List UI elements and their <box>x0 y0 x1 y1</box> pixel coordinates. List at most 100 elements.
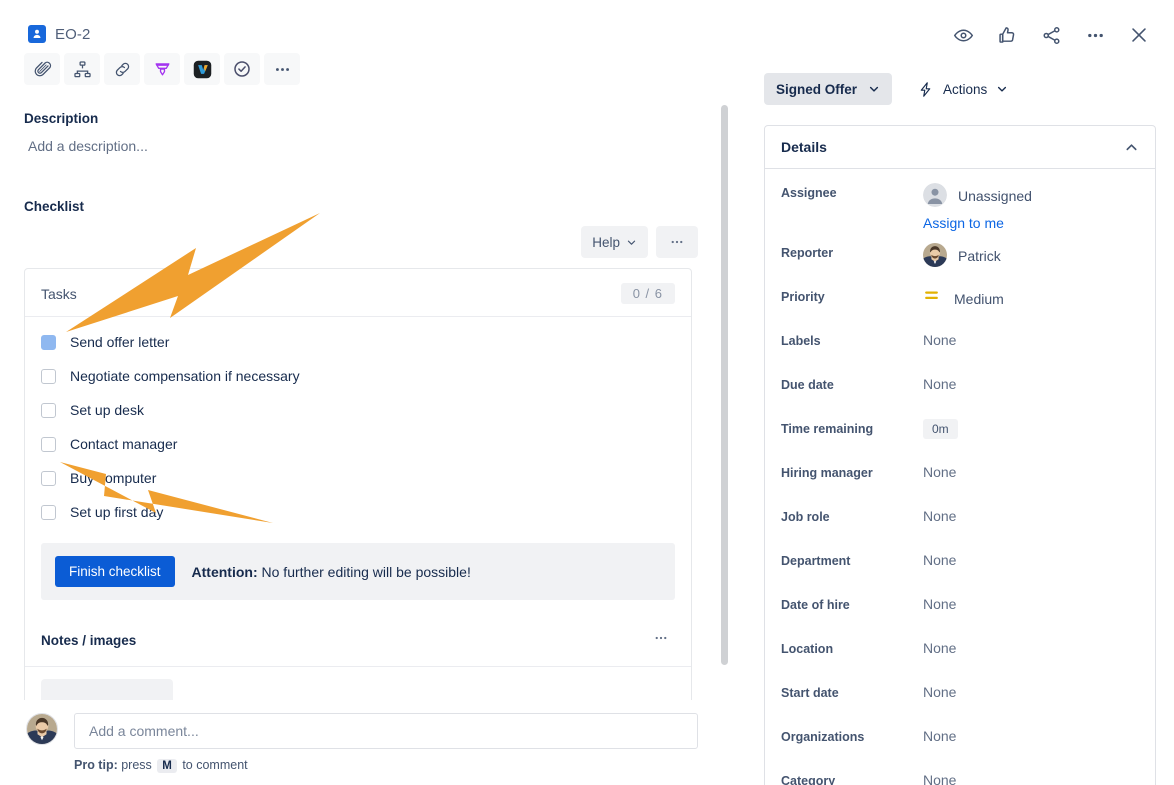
field-label: Assignee <box>781 183 923 200</box>
field-label: Job role <box>781 507 923 524</box>
field-time-remaining: Time remaining 0m <box>781 419 1139 463</box>
description-section: Description Add a description... <box>24 111 698 156</box>
comment-input[interactable] <box>74 713 698 749</box>
link-icon[interactable] <box>104 53 140 85</box>
chevron-down-icon <box>868 83 880 95</box>
field-label: Reporter <box>781 243 923 260</box>
actions-label: Actions <box>943 82 987 97</box>
attach-icon[interactable] <box>24 53 60 85</box>
chevron-down-icon <box>626 237 637 248</box>
task-row[interactable]: Set up desk <box>25 393 691 427</box>
checklist-toolbar: Help <box>24 226 698 258</box>
field-value[interactable]: None <box>923 595 956 612</box>
more-icon[interactable] <box>264 53 300 85</box>
field-start-date: Start date None <box>781 683 1139 727</box>
task-row[interactable]: Send offer letter <box>25 325 691 359</box>
finish-checklist-button[interactable]: Finish checklist <box>55 556 175 587</box>
field-label: Category <box>781 771 923 785</box>
field-value[interactable]: None <box>923 639 956 656</box>
tasks-progress-count: 0 / 6 <box>621 283 675 304</box>
task-checkbox[interactable] <box>41 471 56 486</box>
field-value[interactable]: None <box>923 771 956 785</box>
field-assignee: Assignee Unassigned <box>781 183 1139 231</box>
lightning-icon <box>917 81 934 98</box>
vertex-icon[interactable] <box>184 53 220 85</box>
current-user-avatar[interactable] <box>26 713 58 745</box>
checklist-card: Tasks 0 / 6 Send offer letter Negotiate … <box>24 268 692 700</box>
attention-label: Attention: <box>192 564 258 580</box>
checklist-more-button[interactable] <box>656 226 698 258</box>
task-label: Set up first day <box>70 504 163 520</box>
description-title: Description <box>24 111 698 126</box>
task-row[interactable]: Buy computer <box>25 461 691 495</box>
field-value[interactable]: None <box>923 727 956 744</box>
task-row[interactable]: Contact manager <box>25 427 691 461</box>
task-checkbox[interactable] <box>41 505 56 520</box>
field-labels: Labels None <box>781 331 1139 375</box>
task-label: Negotiate compensation if necessary <box>70 368 300 384</box>
field-value[interactable]: None <box>923 683 956 700</box>
issue-detail-page: EO-2 <box>0 0 1174 785</box>
task-row[interactable]: Negotiate compensation if necessary <box>25 359 691 393</box>
pro-tip: Pro tip: press M to comment <box>74 758 728 772</box>
field-label: Location <box>781 639 923 656</box>
help-button[interactable]: Help <box>581 226 648 258</box>
field-value[interactable]: Medium <box>954 290 1004 307</box>
content-scroll-thumb[interactable] <box>721 105 728 665</box>
issue-content-panel: Description Add a description... Checkli… <box>0 45 728 700</box>
field-value[interactable]: Patrick <box>958 247 1001 264</box>
field-label: Time remaining <box>781 419 923 436</box>
task-checkbox[interactable] <box>41 335 56 350</box>
notes-body <box>25 667 691 700</box>
field-value[interactable]: None <box>923 551 956 568</box>
task-label: Contact manager <box>70 436 177 452</box>
notes-title: Notes / images <box>41 633 136 648</box>
notes-more-button[interactable] <box>647 628 675 653</box>
tasks-header: Tasks 0 / 6 <box>25 269 691 317</box>
task-list: Send offer letter Negotiate compensation… <box>25 317 691 535</box>
chevron-down-icon <box>996 83 1008 95</box>
field-hiring-manager: Hiring manager None <box>781 463 1139 507</box>
field-value[interactable]: None <box>923 331 956 348</box>
checklist-section: Checklist Help <box>24 199 698 700</box>
details-field-list: Assignee Unassigned <box>765 169 1155 785</box>
pro-tip-post: to comment <box>179 758 248 772</box>
description-placeholder[interactable]: Add a description... <box>24 136 624 156</box>
task-checkbox[interactable] <box>41 403 56 418</box>
priority-medium-icon <box>923 287 940 309</box>
chevron-up-icon[interactable] <box>1124 140 1139 155</box>
field-value[interactable]: None <box>923 463 956 480</box>
status-dropdown-button[interactable]: Signed Offer <box>764 73 892 105</box>
notes-header: Notes / images <box>25 608 691 667</box>
task-checkbox[interactable] <box>41 369 56 384</box>
field-value[interactable]: None <box>923 375 956 392</box>
status-label: Signed Offer <box>776 82 857 97</box>
child-issue-icon[interactable] <box>64 53 100 85</box>
field-label: Labels <box>781 331 923 348</box>
field-label: Hiring manager <box>781 463 923 480</box>
time-remaining-pill[interactable]: 0m <box>923 419 958 439</box>
figma-icon[interactable] <box>144 53 180 85</box>
field-value[interactable]: Unassigned <box>958 187 1032 204</box>
avatar <box>923 243 947 267</box>
task-checkbox[interactable] <box>41 437 56 452</box>
assign-to-me-link[interactable]: Assign to me <box>923 215 1032 231</box>
checklist-icon[interactable] <box>224 53 260 85</box>
finish-checklist-bar: Finish checklist Attention: No further e… <box>41 543 675 600</box>
field-label: Date of hire <box>781 595 923 612</box>
issue-action-icon-bar <box>24 53 698 85</box>
task-label: Send offer letter <box>70 334 169 350</box>
issue-key-label: EO-2 <box>55 26 90 43</box>
more-icon <box>669 234 685 250</box>
details-card-header[interactable]: Details <box>765 126 1155 169</box>
pro-tip-key: M <box>157 759 177 773</box>
field-due-date: Due date None <box>781 375 1139 419</box>
breadcrumb[interactable]: EO-2 <box>28 25 90 43</box>
task-row[interactable]: Set up first day <box>25 495 691 529</box>
notes-add-button[interactable] <box>41 679 173 700</box>
avatar <box>923 183 947 207</box>
actions-dropdown-button[interactable]: Actions <box>908 73 1017 105</box>
field-reporter: Reporter <box>781 243 1139 287</box>
pro-tip-label: Pro tip: <box>74 758 118 772</box>
field-value[interactable]: None <box>923 507 956 524</box>
